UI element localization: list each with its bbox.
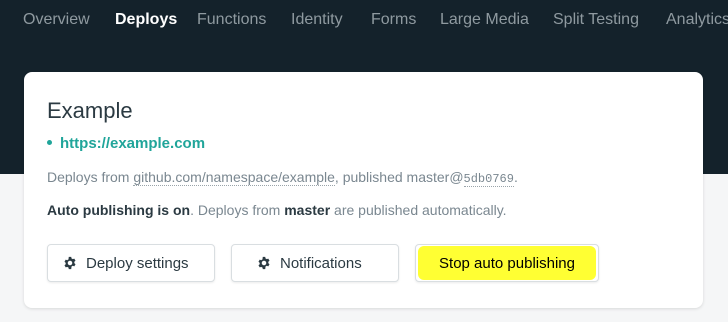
notifications-button[interactable]: Notifications [231,244,399,282]
tab-analytics[interactable]: Analytics [666,10,728,30]
deploy-settings-label: Deploy settings [86,254,189,272]
tab-overview[interactable]: Overview [23,10,90,30]
auto-publishing-branch: master [284,202,331,218]
auto-publishing-text-2: are published automatically. [330,202,507,218]
tab-split-testing[interactable]: Split Testing [553,10,639,30]
tab-forms[interactable]: Forms [371,10,416,30]
auto-publishing-text-1: . Deploys from [190,202,285,218]
site-nav: Overview Deploys Functions Identity Form… [0,0,728,42]
deploy-info-suffix: . [513,169,518,185]
bullet-icon [47,140,52,146]
repo-link[interactable]: github.com/namespace/example [133,169,335,186]
site-card: Example https://example.com Deploys from… [24,72,703,308]
tab-identity[interactable]: Identity [291,10,343,30]
deploy-info-middle: , published [334,169,407,185]
tab-functions[interactable]: Functions [197,10,266,30]
site-title: Example [47,98,133,123]
gear-icon [258,256,270,270]
auto-publishing-status: Auto publishing is on [47,202,191,218]
auto-publishing-info: Auto publishing is on. Deploys from mast… [47,201,507,219]
notifications-label: Notifications [280,254,362,272]
deploy-info-branch: master@ [406,169,464,185]
highlight-marker [418,246,596,280]
deploy-settings-button[interactable]: Deploy settings [47,244,215,282]
tab-large-media[interactable]: Large Media [440,10,529,30]
gear-icon [64,256,76,270]
deploy-info-prefix: Deploys from [47,169,134,185]
deploy-info: Deploys from github.com/namespace/exampl… [47,168,518,188]
site-url-row: https://example.com [47,135,205,153]
tab-deploys[interactable]: Deploys [115,10,177,30]
site-url-link[interactable]: https://example.com [60,135,205,152]
commit-hash[interactable]: 5db0769 [463,172,514,187]
